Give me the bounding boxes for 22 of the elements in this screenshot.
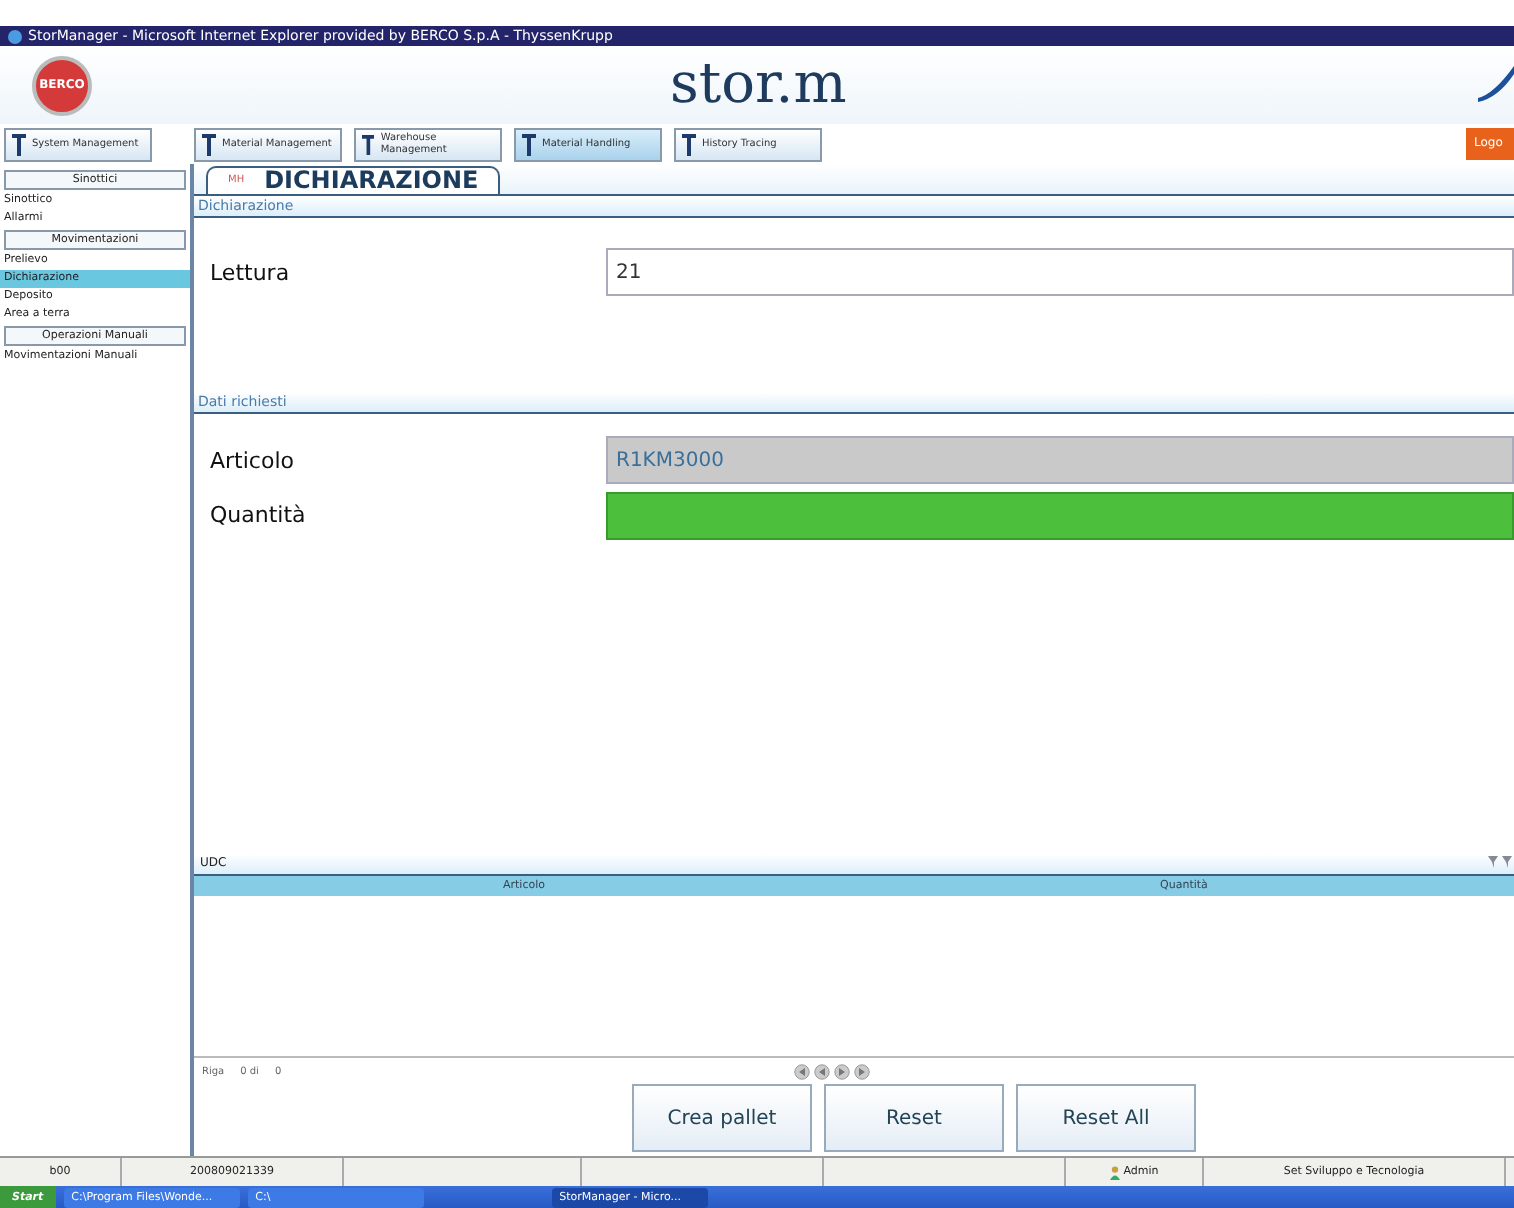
next-page-icon[interactable] <box>834 1063 850 1080</box>
pillar-icon <box>362 133 375 155</box>
pillar-icon <box>12 133 26 155</box>
action-button[interactable]: Reset All <box>1016 1084 1196 1153</box>
user-icon <box>1109 1165 1120 1179</box>
field-label: Quantità <box>208 502 308 529</box>
input-field[interactable]: 21 <box>606 248 1514 297</box>
pillar-icon <box>202 133 216 155</box>
action-button[interactable]: Reset <box>824 1084 1004 1153</box>
pillar-icon <box>682 133 696 155</box>
browser-icon <box>8 29 22 43</box>
action-button[interactable]: Crea pallet <box>632 1084 812 1153</box>
app-name: stor.m <box>670 50 847 116</box>
filter-icon[interactable] <box>1486 853 1514 870</box>
pillar-icon <box>522 133 536 155</box>
field-label: Lettura <box>208 259 292 286</box>
input-field[interactable] <box>606 491 1514 540</box>
swoosh-logo-icon <box>1474 62 1514 106</box>
last-page-icon[interactable] <box>854 1063 870 1080</box>
field-label: Articolo <box>208 447 296 474</box>
first-page-icon[interactable] <box>794 1063 810 1080</box>
previous-page-icon[interactable] <box>814 1063 830 1080</box>
